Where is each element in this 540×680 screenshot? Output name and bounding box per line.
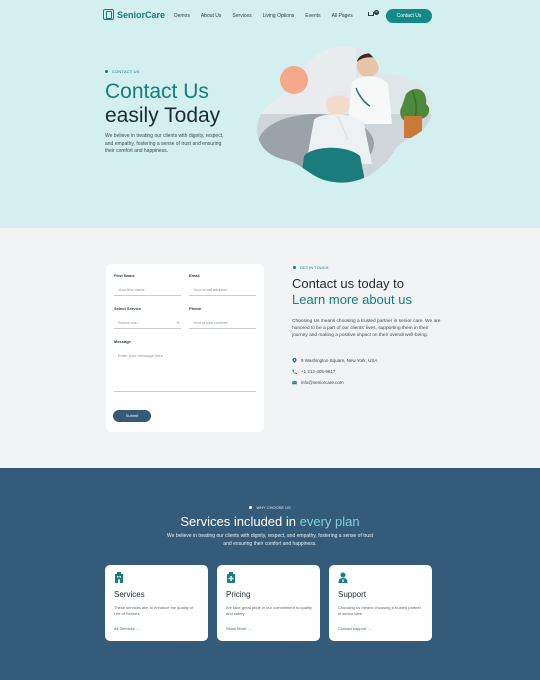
brand-logo[interactable]: SeniorCare [103, 9, 165, 20]
card-link-label: Show More [226, 626, 247, 631]
contact-address-row: 9 Washington Square, New York, USA [292, 358, 377, 363]
service-select[interactable]: Select one... ▾ [114, 317, 181, 329]
menu-item-events[interactable]: Events [305, 13, 320, 19]
peach-circle [280, 66, 308, 94]
contact-phone[interactable]: +1 212-405-9617 [301, 369, 335, 374]
hero-eyebrow: CONTACT US [105, 69, 140, 74]
contact-title-line-1: Contact us today to [292, 276, 405, 291]
first-name-label: First Name [114, 273, 135, 278]
card-link-label: Contact support [338, 626, 367, 631]
card-title: Pricing [226, 590, 251, 599]
medical-kit-icon [227, 572, 235, 583]
main-menu: Demos About Us Services Living Options E… [174, 13, 353, 19]
menu-item-living-options[interactable]: Living Options [263, 13, 295, 19]
hero-title-line-2: easily Today [105, 104, 221, 127]
bullet-dot-icon [105, 70, 108, 73]
phone-input[interactable]: Your phone number [189, 317, 256, 329]
location-pin-icon [292, 358, 297, 363]
cart-count-badge: 0 [374, 10, 379, 15]
contact-address: 9 Washington Square, New York, USA [301, 358, 378, 363]
email-label: Email [189, 273, 200, 278]
menu-item-about-us[interactable]: About Us [201, 13, 222, 19]
service-card-support: Support Choosing us means choosing a tru… [329, 565, 432, 641]
bullet-dot-icon [293, 266, 296, 269]
contact-support-link[interactable]: Contact support → [338, 626, 371, 631]
menu-item-services[interactable]: Services [232, 13, 251, 19]
menu-item-all-pages[interactable]: All Pages [332, 13, 353, 19]
services-title-highlight: every plan [299, 514, 360, 529]
email-input[interactable]: Your email address [189, 284, 256, 296]
services-title-main: Services included in [180, 514, 296, 529]
service-card-services: Services These services aim to enhance t… [105, 565, 208, 641]
arrow-right-icon: → [247, 626, 252, 631]
caregiver-icon [338, 572, 348, 583]
bullet-dot-icon [249, 506, 253, 510]
contact-eyebrow: GET IN TOUCH [293, 265, 328, 270]
hero-title-line-1: Contact Us [105, 80, 209, 103]
message-textarea[interactable]: Enter your message here [114, 349, 256, 392]
contact-description: Choosing Us means choosing a trusted par… [292, 319, 441, 338]
logo-icon [103, 9, 114, 20]
all-services-link[interactable]: All Services → [114, 626, 140, 631]
building-icon [115, 572, 123, 583]
services-eyebrow: WHY CHOOSE US [0, 505, 540, 510]
phone-icon [292, 369, 297, 374]
show-more-link[interactable]: Show More → [226, 626, 251, 631]
brand-name: SeniorCare [117, 9, 166, 20]
contact-email-row: info@seniorcare.com [292, 380, 344, 385]
services-description: We believe in treating our clients with … [167, 533, 373, 547]
first-name-input[interactable]: Your first name [114, 284, 181, 296]
cart-button[interactable]: 0 [368, 10, 379, 19]
contact-email[interactable]: info@seniorcare.com [301, 380, 344, 385]
contact-title-line-2: Learn more about us [292, 292, 412, 307]
message-label: Message [114, 339, 131, 344]
mail-icon [292, 380, 297, 385]
contact-eyebrow-text: GET IN TOUCH [300, 265, 329, 270]
card-description: We take great pride in our commitment to… [226, 605, 312, 616]
hero-description: We believe in treating our clients with … [105, 133, 224, 154]
submit-button[interactable]: Submit [113, 410, 151, 422]
card-title: Services [114, 590, 145, 599]
chevron-down-icon: ▾ [176, 320, 179, 325]
services-eyebrow-text: WHY CHOOSE US [256, 505, 291, 510]
menu-item-demos[interactable]: Demos [174, 13, 190, 19]
service-card-pricing: Pricing We take great pride in our commi… [217, 565, 320, 641]
arrow-right-icon: → [136, 626, 141, 631]
contact-section [0, 228, 540, 468]
hero-caregiver-illustration [257, 46, 433, 183]
select-service-label: Select Service [114, 306, 142, 311]
hero-eyebrow-text: CONTACT US [112, 69, 140, 74]
service-select-value: Select one... [118, 320, 141, 325]
card-description: These services aim to enhance the qualit… [114, 605, 194, 616]
services-title: Services included in every plan [0, 514, 540, 529]
top-navigation: SeniorCare Demos About Us Services Livin… [0, 0, 540, 32]
phone-label: Phone [189, 306, 202, 311]
arrow-right-icon: → [367, 626, 372, 631]
card-description: Choosing us means choosing a trusted par… [338, 605, 421, 616]
contact-phone-row: +1 212-405-9617 [292, 369, 335, 374]
contact-us-nav-button[interactable]: Contact Us [386, 9, 432, 23]
card-title: Support [338, 590, 367, 599]
card-link-label: All Services [114, 626, 135, 631]
